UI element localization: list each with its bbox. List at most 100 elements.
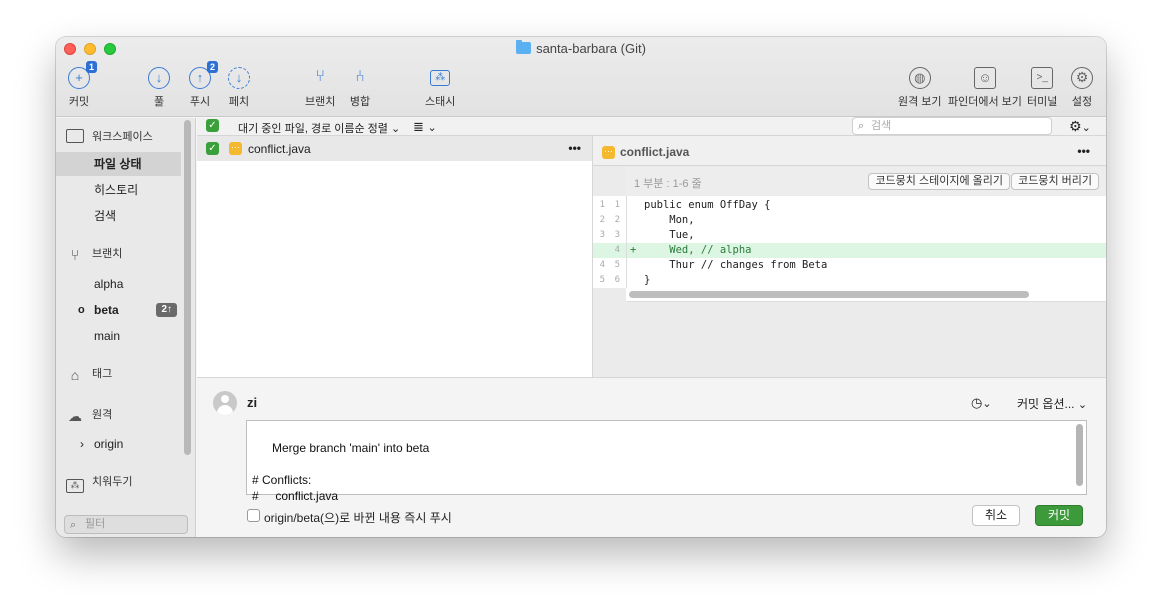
sidebar-section-workspace[interactable]: 워크스페이스: [66, 128, 153, 144]
commit-options-dropdown[interactable]: 커밋 옵션... ⌄: [1017, 395, 1087, 412]
sidebar-scrollbar[interactable]: [184, 120, 191, 455]
finder-view-button[interactable]: ☺ 파인더에서 보기: [948, 67, 1022, 109]
file-filter-bar: ✓ 대기 중인 파일, 경로 이름순 정렬 ⌄ ≣ ⌄ ⌕ 검색 ⚙⌄: [197, 117, 1106, 136]
fetch-button[interactable]: ↓ 페치: [228, 67, 250, 109]
window-title: santa-barbara (Git): [56, 40, 1106, 56]
diff-horizontal-scrollbar[interactable]: [629, 291, 1029, 298]
hunk-header: 1 부분 : 1-6 줄 코드뭉치 스테이지에 올리기 코드뭉치 버리기: [626, 167, 1106, 195]
diff-line[interactable]: 45 Thur // changes from Beta: [593, 258, 1106, 273]
stash-button[interactable]: ⁂ 스태시: [425, 67, 455, 109]
push-immediately-label: origin/beta(으)로 바뀐 내용 즉시 푸시: [264, 511, 452, 525]
sort-mode-dropdown[interactable]: 대기 중인 파일, 경로 이름순 정렬 ⌄: [238, 120, 400, 136]
chevron-down-icon: ⌄: [427, 122, 437, 134]
fetch-arrow-icon: ↓: [228, 67, 250, 89]
diff-header: ··· conflict.java •••: [593, 136, 1106, 166]
cloud-icon: ☁: [68, 408, 82, 424]
sidebar: 워크스페이스 파일 상태 히스토리 검색 ⑂ 브랜치 alpha o beta 2…: [56, 118, 196, 537]
sidebar-item-search[interactable]: 검색: [56, 204, 181, 228]
gear-icon: ⚙: [1069, 118, 1082, 134]
sidebar-item-file-status[interactable]: 파일 상태: [56, 152, 181, 176]
file-actions-menu-button[interactable]: •••: [568, 141, 581, 155]
list-icon: ≣: [413, 119, 424, 134]
chevron-right-icon: ›: [80, 437, 84, 451]
search-input[interactable]: ⌕ 검색: [852, 117, 1052, 135]
settings-button[interactable]: ⚙ 설정: [1071, 67, 1093, 109]
finder-icon: ☺: [973, 67, 996, 89]
merge-icon: ⑃: [355, 68, 365, 85]
commit-badge: 1: [85, 61, 97, 73]
app-window: santa-barbara (Git) +1 커밋 ↓ 풀 ↑ 2 푸시 ↓ 페치…: [56, 37, 1106, 537]
current-branch-icon: o: [78, 304, 85, 316]
old-line-number: 2: [599, 215, 605, 225]
diff-line-added[interactable]: 4 + Wed, // alpha: [593, 243, 1106, 258]
sidebar-section-remotes[interactable]: ☁ 원격: [66, 406, 112, 425]
code-text: }: [644, 274, 651, 286]
commit-button[interactable]: +1 커밋: [68, 61, 97, 109]
commit-pane: zi ◷⌄ 커밋 옵션... ⌄ Merge branch 'main' int…: [197, 377, 1106, 537]
chevron-down-icon: ⌄: [390, 123, 401, 135]
sidebar-filter-input[interactable]: ⌕ 필터: [64, 515, 188, 534]
sidebar-item-branch-alpha[interactable]: alpha: [56, 272, 181, 296]
terminal-button[interactable]: >_ 터미널: [1027, 67, 1057, 109]
code-text: public enum OffDay {: [644, 199, 771, 211]
cancel-button[interactable]: 취소: [972, 505, 1021, 526]
chevron-down-icon: ⌄: [982, 398, 992, 410]
view-mode-dropdown[interactable]: ≣ ⌄: [413, 119, 437, 135]
list-item[interactable]: ✓ ··· conflict.java •••: [197, 136, 592, 161]
push-button[interactable]: ↑ 2 푸시: [189, 61, 218, 109]
commit-message-input[interactable]: Merge branch 'main' into beta # Conflict…: [246, 420, 1087, 503]
old-line-number: 5: [599, 275, 605, 285]
search-icon: ⌕: [70, 519, 77, 531]
diff-file-name: conflict.java: [620, 145, 690, 159]
tag-icon: ⌂: [70, 367, 80, 383]
commit-submit-button[interactable]: 커밋: [1035, 505, 1084, 526]
push-immediately-checkbox[interactable]: [247, 509, 260, 522]
diff-line[interactable]: 5 6}: [593, 273, 1106, 288]
remote-view-button[interactable]: ◍ 원격 보기: [898, 67, 942, 109]
sidebar-section-stashes[interactable]: ⁂ 치워두기: [66, 473, 132, 493]
diff-actions-menu-button[interactable]: •••: [1077, 144, 1090, 158]
gear-icon: ⚙: [1071, 67, 1093, 89]
old-line-number: 4: [599, 260, 605, 270]
pull-button[interactable]: ↓ 풀: [148, 67, 170, 109]
plus-icon: +1: [68, 61, 97, 89]
sidebar-item-history[interactable]: 히스토리: [56, 178, 181, 202]
stage-hunk-button[interactable]: 코드뭉치 스테이지에 올리기: [868, 173, 1010, 190]
arrow-down-icon: ↓: [148, 67, 170, 89]
chevron-down-icon: ⌄: [1077, 399, 1088, 411]
diff-line[interactable]: 33 Tue,: [593, 228, 1106, 243]
old-line-number: 3: [599, 230, 605, 240]
sidebar-item-branch-beta[interactable]: o beta 2↑: [56, 298, 181, 322]
author-name: zi: [247, 395, 258, 410]
options-gear-dropdown[interactable]: ⚙⌄: [1069, 118, 1091, 135]
ahead-count-badge: 2↑: [156, 303, 177, 317]
new-line-number: 2: [614, 215, 620, 225]
sidebar-section-branches[interactable]: ⑂ 브랜치: [66, 245, 122, 264]
diff-line[interactable]: 1 1 public enum OffDay {: [593, 198, 1106, 213]
conflict-status-icon: ···: [602, 146, 615, 159]
sidebar-section-tags[interactable]: ⌂ 태그: [66, 365, 112, 384]
stash-icon: ⁂: [66, 479, 84, 493]
commit-message-scrollbar[interactable]: [1076, 424, 1083, 486]
globe-icon: ◍: [908, 67, 931, 89]
chevron-down-icon: ⌄: [1081, 122, 1091, 134]
stash-icon: ⁂: [430, 70, 451, 86]
new-line-number: 4: [614, 245, 620, 255]
branch-button[interactable]: ⑂ 브랜치: [305, 67, 335, 109]
sidebar-item-remote-origin[interactable]: › origin: [56, 432, 181, 456]
discard-hunk-button[interactable]: 코드뭉치 버리기: [1011, 173, 1099, 190]
file-name: conflict.java: [248, 142, 311, 156]
history-dropdown[interactable]: ◷⌄: [971, 395, 992, 411]
code-text: Wed, // alpha: [644, 244, 752, 256]
sidebar-item-branch-main[interactable]: main: [56, 324, 181, 348]
stage-all-checkbox[interactable]: ✓: [206, 119, 219, 132]
diff-marker: +: [630, 244, 637, 256]
folder-icon: [516, 40, 532, 54]
merge-button[interactable]: ⑃ 병합: [349, 67, 371, 109]
conflict-status-icon: ···: [229, 142, 242, 155]
file-stage-checkbox[interactable]: ✓: [206, 142, 219, 155]
diff-line[interactable]: 22 Mon,: [593, 213, 1106, 228]
diff-panel: ··· conflict.java ••• 1 부분 : 1-6 줄 코드뭉치 …: [593, 136, 1106, 377]
arrow-up-icon: ↑ 2: [189, 61, 218, 89]
terminal-icon: >_: [1031, 67, 1054, 89]
